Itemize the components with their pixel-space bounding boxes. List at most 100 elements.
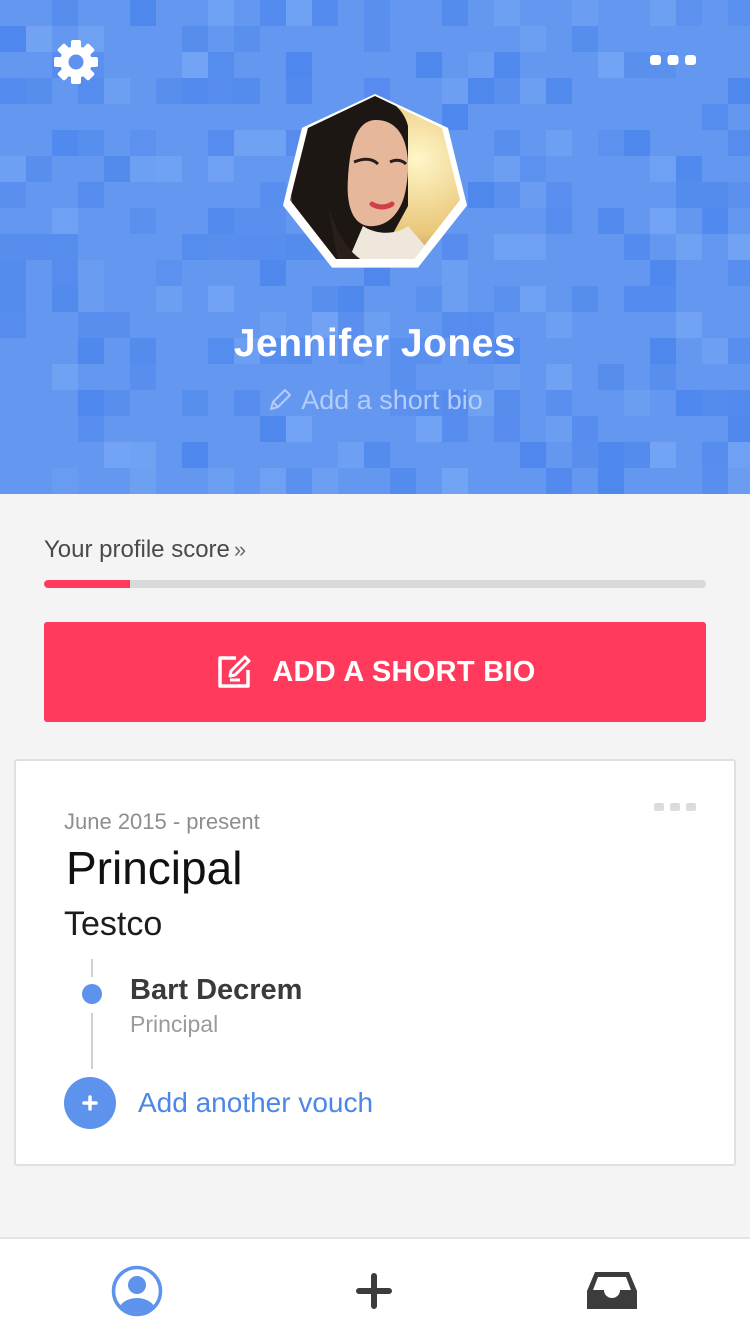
- profile-score-fill: [44, 580, 131, 588]
- pixel-tile: [676, 156, 702, 182]
- pixel-tile: [52, 468, 78, 494]
- pixel-tile: [416, 416, 442, 442]
- pixel-tile: [104, 78, 130, 104]
- pixel-tile: [0, 260, 26, 286]
- voucher-name[interactable]: Bart Decrem: [130, 974, 302, 1007]
- pixel-tile: [208, 78, 234, 104]
- pixel-tile: [234, 130, 260, 156]
- pixel-tile: [702, 442, 728, 468]
- profile-photo: [283, 93, 467, 268]
- pixel-tile: [494, 0, 520, 26]
- pixel-tile: [572, 26, 598, 52]
- profile-score-label: Your profile score: [44, 536, 230, 563]
- pixel-tile: [442, 416, 468, 442]
- pixel-tile: [312, 0, 338, 26]
- bottom-tab-bar: [0, 1237, 750, 1334]
- add-short-bio-button[interactable]: ADD A SHORT BIO: [44, 622, 706, 722]
- pixel-tile: [0, 78, 26, 104]
- pixel-tile: [728, 416, 750, 442]
- pixel-tile: [52, 130, 78, 156]
- plus-icon: [82, 1095, 98, 1111]
- pixel-tile: [676, 0, 702, 26]
- pixel-tile: [546, 130, 572, 156]
- add-bio-placeholder: Add a short bio: [301, 384, 483, 415]
- timeline-dot: [82, 984, 102, 1004]
- profile-icon: [111, 1265, 163, 1317]
- pixel-tile: [104, 156, 130, 182]
- pixel-tile: [676, 182, 702, 208]
- pixel-tile: [156, 286, 182, 312]
- pixel-tile: [182, 78, 208, 104]
- pixel-tile: [598, 442, 624, 468]
- pixel-tile: [416, 52, 442, 78]
- pixel-tile: [52, 208, 78, 234]
- pixel-tile: [650, 442, 676, 468]
- avatar[interactable]: [268, 86, 482, 294]
- ellipsis-dot: [670, 803, 680, 811]
- pixel-tile: [208, 468, 234, 494]
- pixel-tile: [364, 442, 390, 468]
- pixel-tile: [0, 26, 26, 52]
- pixel-tile: [52, 260, 78, 286]
- voucher-role: Principal: [130, 1011, 219, 1037]
- pixel-tile: [702, 468, 728, 494]
- profile-header: Jennifer Jones Add a short bio: [0, 0, 750, 494]
- pixel-tile: [78, 130, 104, 156]
- settings-button[interactable]: [48, 34, 104, 90]
- pixel-tile: [52, 234, 78, 260]
- edit-icon: [218, 655, 251, 688]
- add-bio-link[interactable]: Add a short bio: [0, 382, 750, 418]
- tab-profile[interactable]: [107, 1261, 167, 1321]
- pixel-tile: [598, 130, 624, 156]
- pixel-tile: [650, 260, 676, 286]
- pixel-tile: [234, 78, 260, 104]
- pixel-tile: [650, 0, 676, 26]
- pixel-tile: [234, 208, 260, 234]
- pixel-tile: [234, 26, 260, 52]
- pixel-tile: [208, 208, 234, 234]
- add-vouch-button[interactable]: Add another vouch: [64, 1077, 373, 1129]
- pixel-tile: [442, 0, 468, 26]
- pixel-tile: [598, 52, 624, 78]
- pixel-tile: [26, 156, 52, 182]
- pixel-tile: [260, 416, 286, 442]
- add-circle-icon: [64, 1077, 116, 1129]
- pixel-tile: [182, 442, 208, 468]
- pixel-tile: [104, 442, 130, 468]
- pixel-tile: [572, 416, 598, 442]
- double-chevron-icon: »: [233, 537, 247, 562]
- profile-score-bar: [44, 580, 706, 588]
- pixel-tile: [494, 156, 520, 182]
- pixel-tile: [442, 468, 468, 494]
- pixel-tile: [156, 156, 182, 182]
- company-name: Testco: [64, 905, 163, 943]
- pixel-tile: [286, 0, 312, 26]
- more-options-button[interactable]: [642, 44, 704, 76]
- experience-date-range: June 2015 - present: [64, 809, 260, 834]
- pixel-tile: [208, 0, 234, 26]
- profile-score-link[interactable]: Your profile score»: [44, 536, 246, 564]
- pixel-tile: [624, 286, 650, 312]
- pixel-tile: [78, 416, 104, 442]
- pixel-tile: [546, 208, 572, 234]
- pixel-tile: [182, 234, 208, 260]
- pixel-tile: [520, 78, 546, 104]
- pixel-tile: [728, 130, 750, 156]
- pixel-tile: [260, 0, 286, 26]
- timeline-line: [91, 1013, 93, 1069]
- pixel-tile: [52, 0, 78, 26]
- tab-inbox[interactable]: [582, 1261, 642, 1321]
- pixel-tile: [78, 286, 104, 312]
- pixel-tile: [702, 182, 728, 208]
- pixel-tile: [572, 0, 598, 26]
- pixel-tile: [364, 0, 390, 26]
- card-more-button[interactable]: [654, 803, 698, 819]
- tab-add[interactable]: [344, 1261, 404, 1321]
- pixel-tile: [0, 286, 26, 312]
- pixel-tile: [702, 104, 728, 130]
- pixel-tile: [676, 234, 702, 260]
- ellipsis-icon: [650, 55, 696, 65]
- pixel-tile: [0, 182, 26, 208]
- pixel-tile: [546, 416, 572, 442]
- pixel-tile: [52, 286, 78, 312]
